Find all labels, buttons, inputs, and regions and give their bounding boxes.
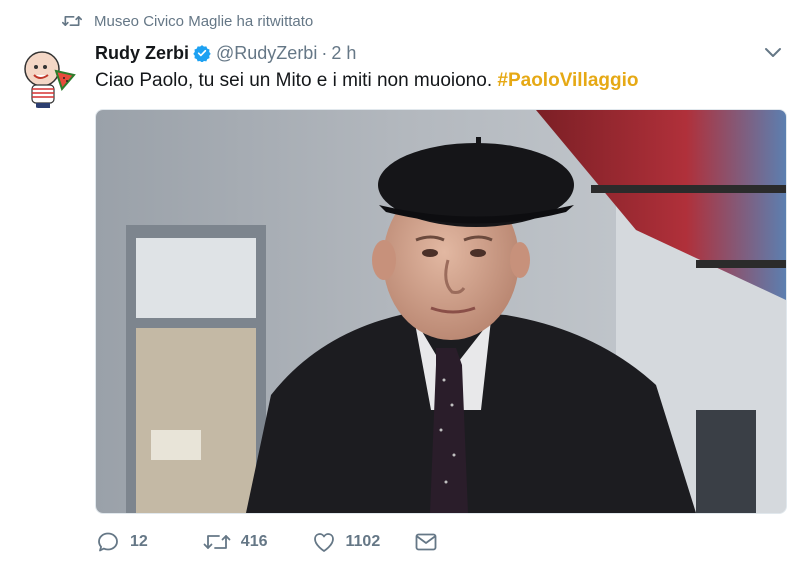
reply-count: 12: [130, 533, 148, 550]
envelope-icon: [415, 533, 437, 551]
like-count: 1102: [345, 533, 381, 550]
verified-badge-icon: [193, 44, 211, 62]
retweet-count: 416: [240, 533, 268, 550]
direct-message-button[interactable]: [415, 533, 437, 551]
author-handle[interactable]: @RudyZerbi: [216, 43, 317, 64]
avatar[interactable]: [12, 41, 80, 109]
reply-icon: [96, 530, 120, 554]
retweet-icon: [62, 11, 86, 31]
more-options-chevron-down-icon[interactable]: [762, 42, 784, 64]
tweet-header: Rudy Zerbi @RudyZerbi · 2 h: [95, 41, 356, 65]
retweet-context[interactable]: Museo Civico Maglie ha ritwittato: [62, 11, 313, 31]
header-separator: ·: [321, 42, 328, 63]
retweet-button[interactable]: 416: [203, 531, 268, 553]
tweet-timestamp[interactable]: 2 h: [331, 43, 356, 64]
heart-icon: [312, 531, 336, 553]
retweet-context-label: Museo Civico Maglie ha ritwittato: [94, 12, 314, 30]
tweet-media-photo[interactable]: [95, 109, 787, 514]
tweet-body: Ciao Paolo, tu sei un Mito e i miti non …: [95, 70, 493, 91]
tweet-text: Ciao Paolo, tu sei un Mito e i miti non …: [95, 70, 639, 92]
like-button[interactable]: 1102: [312, 531, 381, 553]
author-name[interactable]: Rudy Zerbi: [95, 43, 189, 64]
retweet-icon: [203, 531, 231, 553]
hashtag-link[interactable]: #PaoloVillaggio: [497, 70, 638, 91]
reply-button[interactable]: 12: [96, 530, 148, 554]
tweet-actions: 12 416 1102: [96, 528, 437, 556]
